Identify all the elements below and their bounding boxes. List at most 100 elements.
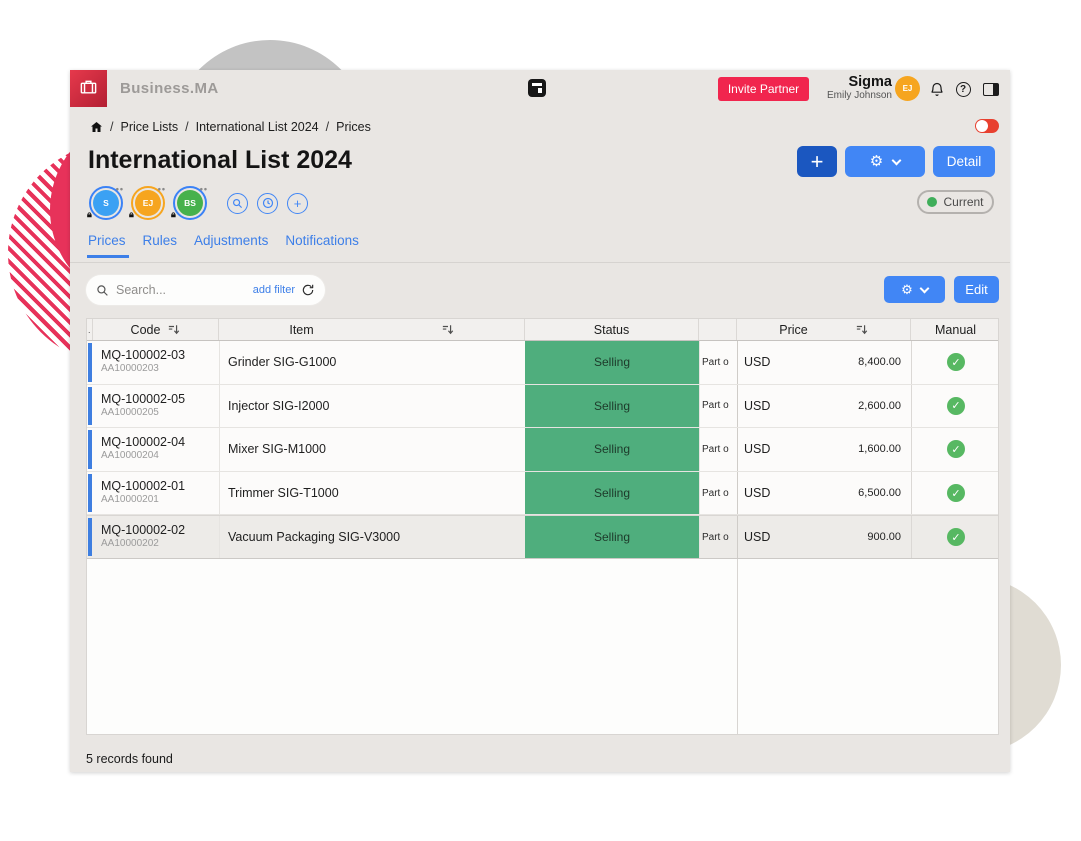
manual-check-icon: ✓ — [947, 440, 965, 458]
table-row[interactable]: MQ-100002-05 AA10000205 Injector SIG-I20… — [87, 385, 998, 429]
avatar-dots: •• — [200, 184, 208, 194]
breadcrumb-price-lists[interactable]: Price Lists — [120, 120, 178, 134]
tab-prices[interactable]: Prices — [88, 233, 126, 254]
record-toggle[interactable] — [975, 119, 999, 133]
add-button[interactable]: + — [797, 146, 837, 177]
add-collaborator-icon[interactable]: + — [287, 193, 308, 214]
side-panel-toggle-icon[interactable] — [982, 80, 1000, 98]
cell-manual[interactable]: ✓ — [911, 516, 1000, 558]
breadcrumb-separator: / — [326, 120, 329, 134]
cell-status[interactable]: Selling — [525, 341, 699, 384]
subcode-value: AA10000202 — [101, 538, 215, 550]
user-name: Emily Johnson — [827, 90, 892, 101]
header-manual[interactable]: Manual — [911, 319, 1000, 340]
status-badge[interactable]: Current — [917, 190, 994, 214]
cell-item[interactable]: Mixer SIG-M1000 — [219, 428, 525, 471]
price-value: 2,600.00 — [858, 400, 901, 412]
sort-icon[interactable] — [168, 324, 180, 335]
zoom-search-icon[interactable] — [227, 193, 248, 214]
avatar-dots: •• — [158, 184, 166, 194]
history-clock-icon[interactable] — [257, 193, 278, 214]
table-row[interactable]: MQ-100002-01 AA10000201 Trimmer SIG-T100… — [87, 472, 998, 516]
user-avatar[interactable]: EJ — [895, 76, 920, 101]
collaborator-avatar[interactable]: EJ 🔒︎ •• — [135, 190, 161, 216]
table-row[interactable]: MQ-100002-03 AA10000203 Grinder SIG-G100… — [87, 341, 998, 385]
tab-adjustments[interactable]: Adjustments — [194, 233, 268, 254]
table-row[interactable]: MQ-100002-02 AA10000202 Vacuum Packaging… — [87, 515, 998, 559]
header-price[interactable]: Price — [737, 319, 911, 340]
tabs-divider — [70, 262, 1010, 263]
header-partof[interactable] — [699, 319, 737, 340]
cell-manual[interactable]: ✓ — [911, 428, 1000, 471]
cell-item[interactable]: Trimmer SIG-T1000 — [219, 472, 525, 515]
subcode-value: AA10000203 — [101, 363, 215, 375]
invite-partner-button[interactable]: Invite Partner — [718, 77, 809, 101]
search-bar: add filter — [86, 275, 325, 305]
breadcrumb-list-name[interactable]: International List 2024 — [196, 120, 319, 134]
table-settings-dropdown-button[interactable]: ⚙ — [884, 276, 945, 303]
cell-status[interactable]: Selling — [525, 428, 699, 471]
search-input[interactable] — [116, 283, 226, 297]
manual-check-icon: ✓ — [947, 528, 965, 546]
collaborator-avatar[interactable]: BS 🔒︎ •• — [177, 190, 203, 216]
cell-manual[interactable]: ✓ — [911, 472, 1000, 515]
notifications-bell-icon[interactable] — [928, 80, 946, 98]
cell-item[interactable]: Vacuum Packaging SIG-V3000 — [219, 516, 525, 558]
cell-price[interactable]: USD 2,600.00 — [737, 385, 911, 428]
gear-icon: ⚙ — [870, 154, 883, 169]
tab-notifications[interactable]: Notifications — [285, 233, 359, 254]
cell-price[interactable]: USD 6,500.00 — [737, 472, 911, 515]
row-accent-bar — [88, 387, 92, 426]
panel-glyph — [983, 83, 999, 96]
cell-status[interactable]: Selling — [525, 472, 699, 515]
cell-status[interactable]: Selling — [525, 516, 699, 558]
cell-manual[interactable]: ✓ — [911, 341, 1000, 384]
cell-partof[interactable]: Part o — [699, 428, 737, 471]
lock-icon: 🔒︎ — [129, 209, 134, 220]
cell-code[interactable]: MQ-100002-04 AA10000204 — [93, 428, 219, 471]
cell-price[interactable]: USD 8,400.00 — [737, 341, 911, 384]
cell-partof[interactable]: Part o — [699, 341, 737, 384]
refresh-icon[interactable] — [301, 283, 315, 297]
tab-rules[interactable]: Rules — [143, 233, 178, 254]
cell-manual[interactable]: ✓ — [911, 385, 1000, 428]
user-menu[interactable]: Sigma Emily Johnson — [827, 74, 892, 101]
cell-code[interactable]: MQ-100002-05 AA10000205 — [93, 385, 219, 428]
table-header: . Code Item — [87, 318, 998, 341]
cell-partof[interactable]: Part o — [699, 472, 737, 515]
page: Business.MA Invite Partner Sigma Emily J… — [0, 0, 1081, 841]
cell-item[interactable]: Injector SIG-I2000 — [219, 385, 525, 428]
sort-icon[interactable] — [856, 324, 868, 335]
header-status[interactable]: Status — [525, 319, 699, 340]
settings-dropdown-button[interactable]: ⚙ — [845, 146, 925, 177]
breadcrumb-prices[interactable]: Prices — [336, 120, 371, 134]
apps-icon[interactable] — [528, 79, 546, 97]
cell-partof[interactable]: Part o — [699, 516, 737, 558]
cell-code[interactable]: MQ-100002-03 AA10000203 — [93, 341, 219, 384]
price-value: 1,600.00 — [858, 443, 901, 455]
header-item-label: Item — [289, 323, 313, 337]
cell-code[interactable]: MQ-100002-02 AA10000202 — [93, 516, 219, 558]
currency-value: USD — [744, 355, 770, 369]
detail-button[interactable]: Detail — [933, 146, 995, 177]
header-code[interactable]: Code — [93, 319, 219, 340]
help-icon[interactable]: ? — [954, 80, 972, 98]
cell-price[interactable]: USD 900.00 — [737, 516, 911, 558]
row-accent-bar — [88, 343, 92, 382]
cell-status[interactable]: Selling — [525, 385, 699, 428]
collaborator-avatar[interactable]: S 🔒︎ •• — [93, 190, 119, 216]
sort-icon[interactable] — [442, 324, 454, 335]
cell-price[interactable]: USD 1,600.00 — [737, 428, 911, 471]
home-icon[interactable] — [90, 121, 103, 134]
header-item[interactable]: Item — [219, 319, 525, 340]
avatar-initials: S — [103, 198, 109, 208]
table-row[interactable]: MQ-100002-04 AA10000204 Mixer SIG-M1000 … — [87, 428, 998, 472]
edit-button[interactable]: Edit — [954, 276, 999, 303]
cell-partof[interactable]: Part o — [699, 385, 737, 428]
header-price-label: Price — [779, 323, 807, 337]
add-filter-link[interactable]: add filter — [253, 284, 295, 296]
cell-item[interactable]: Grinder SIG-G1000 — [219, 341, 525, 384]
app-logo[interactable] — [70, 70, 107, 107]
subcode-value: AA10000205 — [101, 407, 215, 419]
cell-code[interactable]: MQ-100002-01 AA10000201 — [93, 472, 219, 515]
